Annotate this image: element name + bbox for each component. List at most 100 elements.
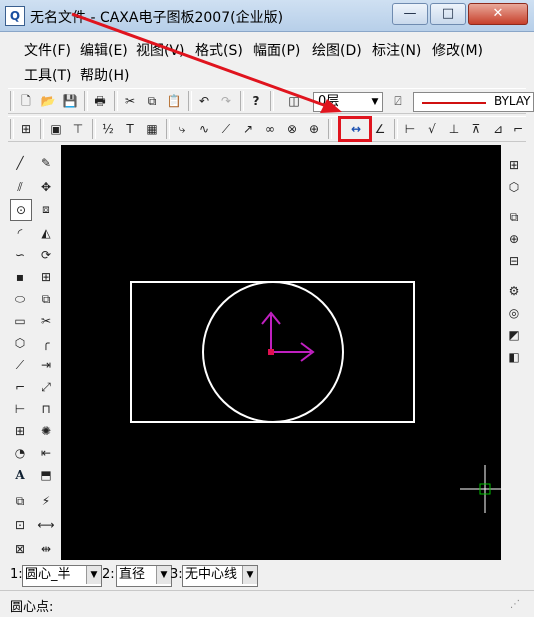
measure-icon[interactable]: ⟷ xyxy=(36,515,56,535)
block-icon[interactable]: ⧉ xyxy=(10,491,30,511)
menu-format[interactable]: 格式(S) xyxy=(195,40,243,60)
text-tool-icon[interactable]: A xyxy=(10,465,30,485)
menu-draw[interactable]: 绘图(D) xyxy=(312,40,362,60)
option-3-dropdown-icon[interactable]: ▼ xyxy=(242,566,257,584)
menu-edit[interactable]: 编辑(E) xyxy=(80,40,128,60)
menu-view[interactable]: 视图(V) xyxy=(136,40,185,60)
erase-icon[interactable]: ✎ xyxy=(36,153,56,173)
image-icon[interactable]: ▦ xyxy=(142,119,162,139)
mirror-icon[interactable]: ◭ xyxy=(36,223,56,243)
layer-control-icon[interactable]: ◫ xyxy=(284,91,304,111)
linetype-select[interactable]: BYLAY xyxy=(413,92,534,112)
text-icon[interactable]: T xyxy=(120,119,140,139)
polyline-icon[interactable]: ⤷ xyxy=(172,119,192,139)
menu-help[interactable]: 帮助(H) xyxy=(80,65,129,85)
format-brush-icon[interactable]: ⚡ xyxy=(36,491,56,511)
insert-block-icon[interactable]: ⊡ xyxy=(10,515,30,535)
save-icon[interactable]: 💾 xyxy=(60,91,80,111)
view-manager-icon[interactable]: ⊞ xyxy=(504,155,524,175)
move-icon[interactable]: ✥ xyxy=(36,177,56,197)
spline-icon[interactable]: ∽ xyxy=(10,245,30,265)
option-2-select[interactable]: 直径 ▼ xyxy=(116,565,172,587)
hatch-icon[interactable]: ⊢ xyxy=(10,399,30,419)
shaft-icon[interactable]: ◧ xyxy=(504,347,524,367)
paste-icon[interactable]: 📋 xyxy=(164,91,184,111)
array-icon[interactable]: ⊞ xyxy=(36,267,56,287)
circle-icon[interactable]: ⊙ xyxy=(10,199,32,221)
menu-dimension[interactable]: 标注(N) xyxy=(372,40,421,60)
menu-sheet[interactable]: 幅面(P) xyxy=(253,40,300,60)
drawing-canvas[interactable] xyxy=(61,145,510,560)
menu-tools[interactable]: 工具(T) xyxy=(24,65,71,85)
sheet-icon[interactable]: ▣ xyxy=(46,119,66,139)
title-block-icon[interactable]: ⊤ xyxy=(68,119,88,139)
toolbar-grip[interactable] xyxy=(10,91,14,111)
gear-icon[interactable]: ⚙ xyxy=(504,281,524,301)
rotate-icon[interactable]: ⟳ xyxy=(36,245,56,265)
section-icon[interactable]: ◩ xyxy=(504,325,524,345)
undo-icon[interactable]: ↶ xyxy=(194,91,214,111)
redo-icon[interactable]: ↷ xyxy=(216,91,236,111)
help-icon[interactable]: ? xyxy=(246,91,266,111)
lengthen-icon[interactable]: ⇹ xyxy=(36,539,56,559)
minimize-button[interactable]: — xyxy=(392,3,428,25)
fraction-icon[interactable]: ½ xyxy=(98,119,118,139)
trim-icon[interactable]: ✂ xyxy=(36,311,56,331)
menu-file[interactable]: 文件(F) xyxy=(24,40,71,60)
midline-icon[interactable]: ⟋ xyxy=(10,355,30,375)
title-bar[interactable]: Q 无名文件 - CAXA电子图板2007(企业版) — □ ✕ xyxy=(0,0,534,32)
zoom-all-icon[interactable]: ⊞ xyxy=(16,119,36,139)
linetype-icon[interactable]: ⍁ xyxy=(388,91,408,111)
tolerance-icon[interactable]: ⊢ xyxy=(400,119,420,139)
arrow-icon[interactable]: ↗ xyxy=(238,119,258,139)
line-icon[interactable]: ╱ xyxy=(10,153,30,173)
chain-icon[interactable]: ∞ xyxy=(260,119,280,139)
roughness-icon[interactable]: √ xyxy=(422,119,442,139)
explode-icon[interactable]: ✺ xyxy=(36,421,56,441)
center-hole-icon[interactable]: ⊗ xyxy=(282,119,302,139)
bearing-icon[interactable]: ◎ xyxy=(504,303,524,323)
cross-section-icon[interactable]: ⌐ xyxy=(508,119,528,139)
copy-select-icon[interactable]: ⧈ xyxy=(36,199,56,219)
weld-icon[interactable]: ⊼ xyxy=(466,119,486,139)
fill-icon[interactable]: ⊞ xyxy=(10,421,30,441)
scale-icon[interactable]: ⧉ xyxy=(36,289,56,309)
app-icon[interactable]: Q xyxy=(5,6,25,26)
stretch-icon[interactable]: ⤢ xyxy=(36,377,56,397)
ellipse-icon[interactable]: ⬭ xyxy=(10,289,30,309)
extend-icon[interactable]: ⇥ xyxy=(36,355,56,375)
component-icon[interactable]: ⊕ xyxy=(504,229,524,249)
option-1-dropdown-icon[interactable]: ▼ xyxy=(86,566,101,584)
layer-dropdown-icon[interactable]: ▼ xyxy=(369,94,381,110)
arrow-line-icon[interactable]: ◔ xyxy=(10,443,30,463)
fillet-icon[interactable]: ╭ xyxy=(36,333,56,353)
parallel-line-icon[interactable]: ⫽ xyxy=(10,177,30,197)
rectangle-icon[interactable]: ▭ xyxy=(10,311,30,331)
option-1-select[interactable]: 圆心_半 ▼ xyxy=(22,565,102,587)
toolbar-grip[interactable] xyxy=(10,119,14,139)
wave-line-icon[interactable]: ∿ xyxy=(194,119,214,139)
open-file-icon[interactable]: 📂 xyxy=(38,91,58,111)
datum-icon[interactable]: ⊥ xyxy=(444,119,464,139)
centerline-icon[interactable]: ⊕ xyxy=(304,119,324,139)
arc-icon[interactable]: ◜ xyxy=(10,223,30,243)
new-file-icon[interactable]: 🗋 xyxy=(16,91,36,111)
angle-dimension-icon[interactable]: ∠ xyxy=(370,119,390,139)
library-icon[interactable]: ⊠ xyxy=(10,539,30,559)
polygon-icon[interactable]: ⬡ xyxy=(10,333,30,353)
offset-curve-icon[interactable]: ⌐ xyxy=(10,377,30,397)
leader-icon[interactable]: ⊿ xyxy=(488,119,508,139)
break-line-icon[interactable]: ⟋ xyxy=(216,119,236,139)
library-manager-icon[interactable]: ⊟ xyxy=(504,251,524,271)
3d-view-icon[interactable]: ⬡ xyxy=(504,177,524,197)
resize-grip-icon[interactable]: ⋰ xyxy=(510,599,524,613)
break-icon[interactable]: ⊓ xyxy=(36,399,56,419)
print-icon[interactable]: 🖶 xyxy=(90,91,110,111)
cut-icon[interactable]: ✂ xyxy=(120,91,140,111)
menu-modify[interactable]: 修改(M) xyxy=(432,40,483,60)
maximize-button[interactable]: □ xyxy=(430,3,466,25)
hole-icon[interactable]: ⧉ xyxy=(504,207,524,227)
option-2-dropdown-icon[interactable]: ▼ xyxy=(156,566,171,584)
copy-icon[interactable]: ⧉ xyxy=(142,91,162,111)
properties-icon[interactable]: ⬒ xyxy=(36,465,56,485)
